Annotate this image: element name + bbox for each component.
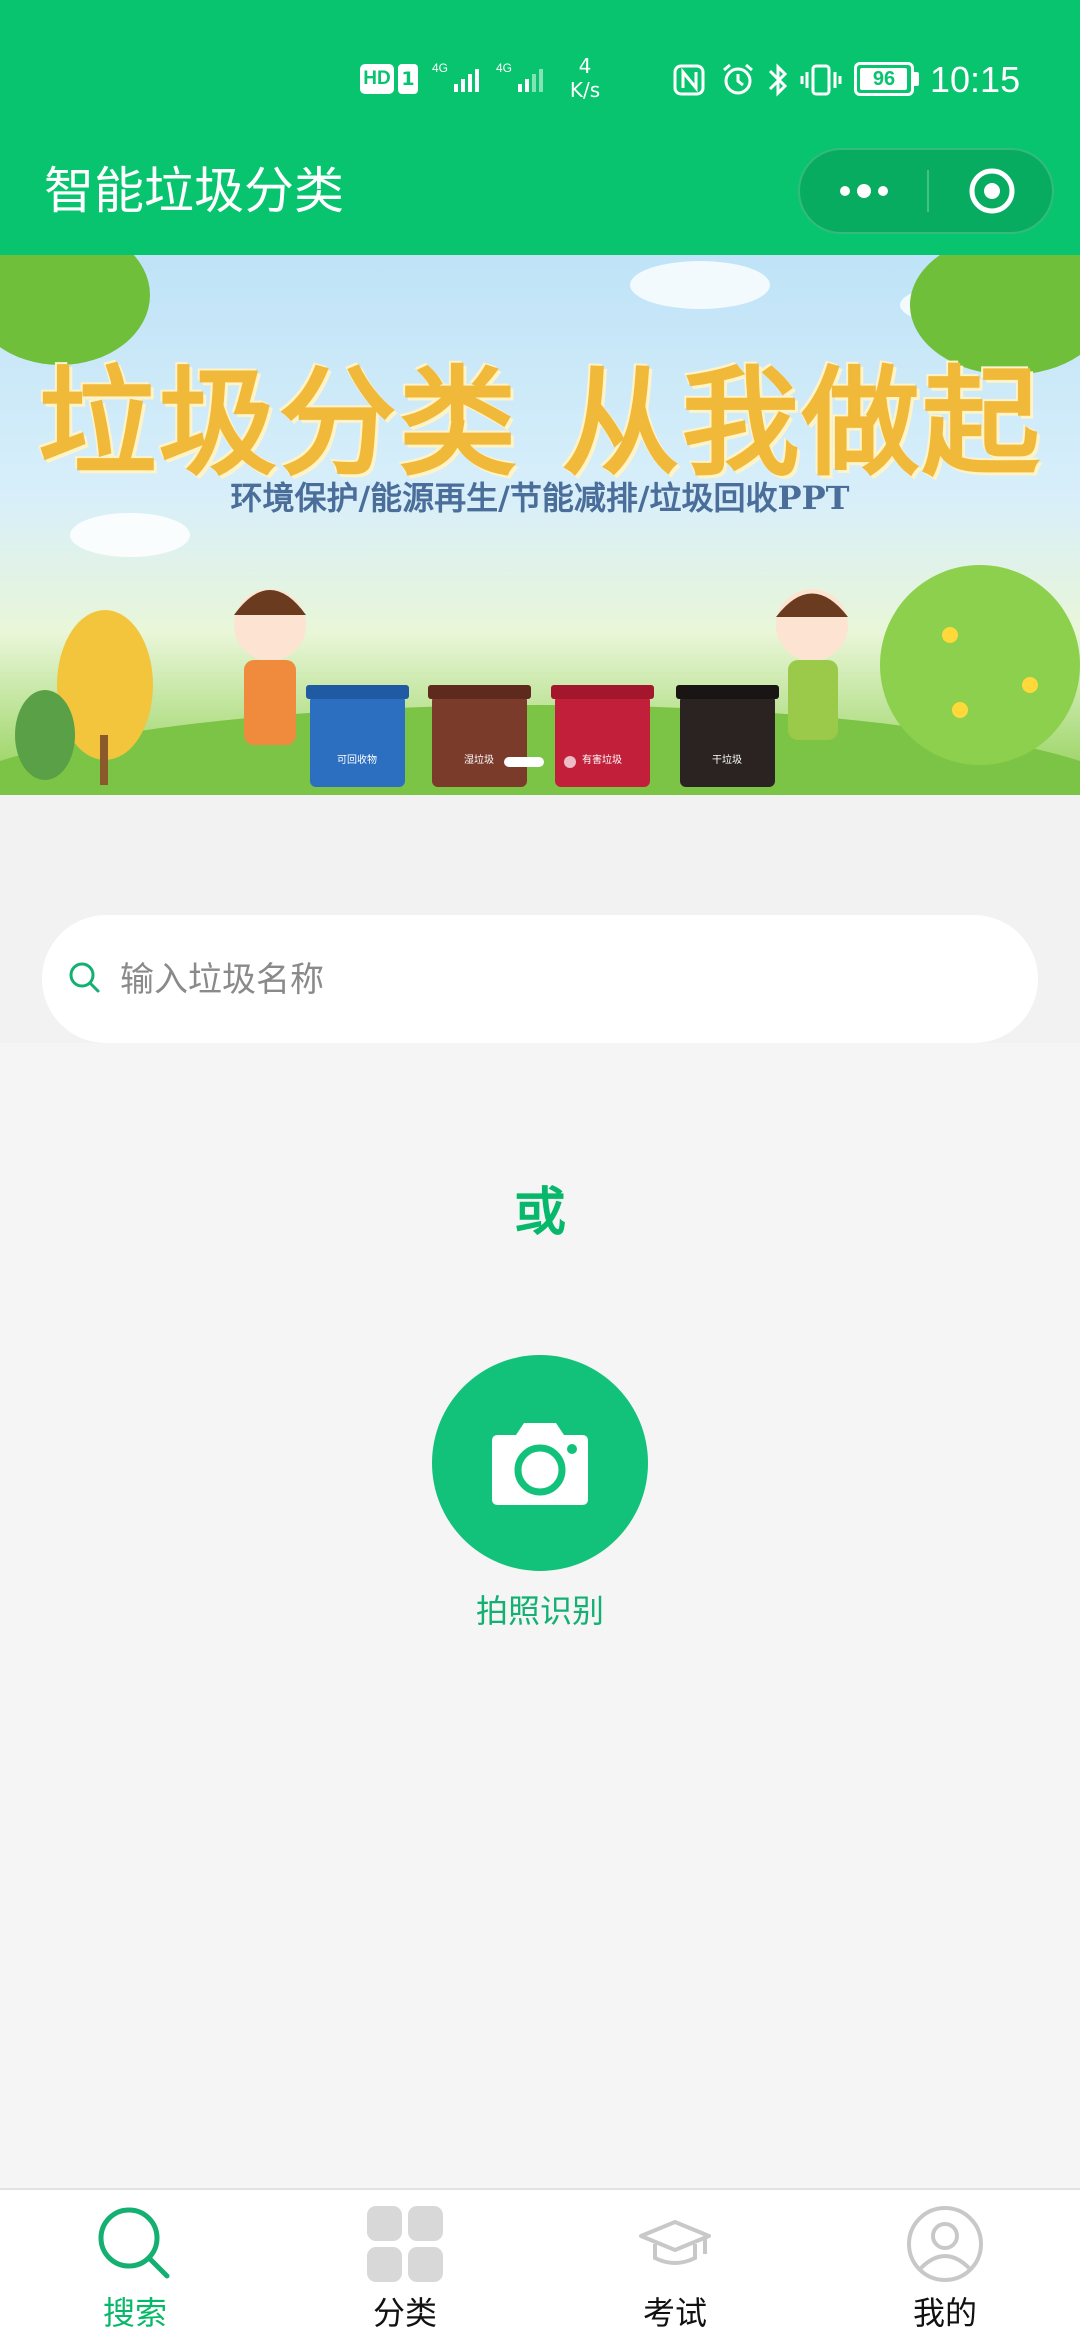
or-divider-text: 或 (513, 1183, 566, 1243)
search-icon (98, 2207, 170, 2279)
signal-strength-icon: 4G (432, 61, 479, 92)
banner-carousel[interactable]: 可回收物 湿垃圾 有害垃圾 干垃圾 垃圾分类 从我做起 环境保护/能源再生/节能… (0, 255, 1080, 795)
tab-label: 搜索 (102, 2294, 167, 2332)
signal-label: 4G (432, 61, 448, 75)
carousel-dot (564, 756, 576, 768)
nfc-icon (673, 64, 705, 96)
miniprogram-capsule (798, 148, 1054, 234)
bottom-tab-bar: 搜索 分类 考试 我的 (0, 2188, 1080, 2342)
status-time: 10:15 (930, 59, 1021, 100)
close-miniprogram-button[interactable] (929, 150, 1054, 232)
tab-label: 我的 (912, 2294, 977, 2332)
battery-icon: 96 (854, 62, 914, 96)
vibrate-icon (800, 64, 842, 96)
search-section (0, 795, 1080, 1043)
banner-subline: 环境保护/能源再生/节能减排/垃圾回收PPT (230, 479, 850, 517)
more-button[interactable] (800, 150, 927, 232)
photo-recognition-label: 拍照识别 (475, 1592, 604, 1630)
camera-icon (492, 1423, 588, 1505)
battery-tip (914, 72, 919, 86)
carousel-indicator (504, 753, 594, 769)
tab-categories[interactable]: 分类 (270, 2190, 540, 2342)
graduation-cap-icon (639, 2220, 711, 2265)
speed-value: 4 (578, 54, 592, 78)
tab-search[interactable]: 搜索 (0, 2190, 270, 2342)
page-title: 智能垃圾分类 (44, 162, 344, 220)
photo-recognition-button[interactable] (432, 1355, 648, 1571)
bin-label: 干垃圾 (712, 753, 742, 766)
bin-recyclable (310, 695, 405, 787)
bin-hazardous (555, 695, 650, 787)
app-header: HD 1 4G 4G 4 K/s 96 10:15 智能垃圾分类 (0, 0, 1080, 255)
search-icon (69, 962, 100, 993)
more-icon (839, 184, 888, 198)
battery-level: 96 (872, 67, 896, 90)
user-icon (907, 2206, 983, 2282)
signal-strength-icon-2: 4G (496, 61, 543, 92)
network-speed: 4 K/s (560, 54, 610, 102)
search-bar[interactable] (42, 915, 1038, 1043)
speed-unit: K/s (569, 78, 601, 102)
carousel-dot-active (504, 757, 544, 767)
status-bar: HD 1 4G 4G 4 K/s 96 10:15 (0, 40, 1080, 120)
close-miniprogram-icon (969, 168, 1014, 214)
bin-label: 可回收物 (337, 753, 377, 766)
grid-icon (367, 2206, 443, 2282)
hd-badge: HD (360, 64, 394, 94)
bin-dry (680, 695, 775, 787)
bluetooth-icon (768, 63, 788, 97)
alarm-icon (723, 63, 753, 95)
tab-label: 考试 (642, 2294, 707, 2332)
signal-label-2: 4G (496, 61, 512, 75)
bin-label: 湿垃圾 (464, 753, 494, 766)
sim-badge: 1 (398, 64, 418, 94)
tab-profile[interactable]: 我的 (810, 2190, 1080, 2342)
bin-wet (432, 695, 527, 787)
tab-label: 分类 (372, 2294, 437, 2332)
tab-exam[interactable]: 考试 (540, 2190, 810, 2342)
search-input[interactable] (118, 949, 982, 1011)
